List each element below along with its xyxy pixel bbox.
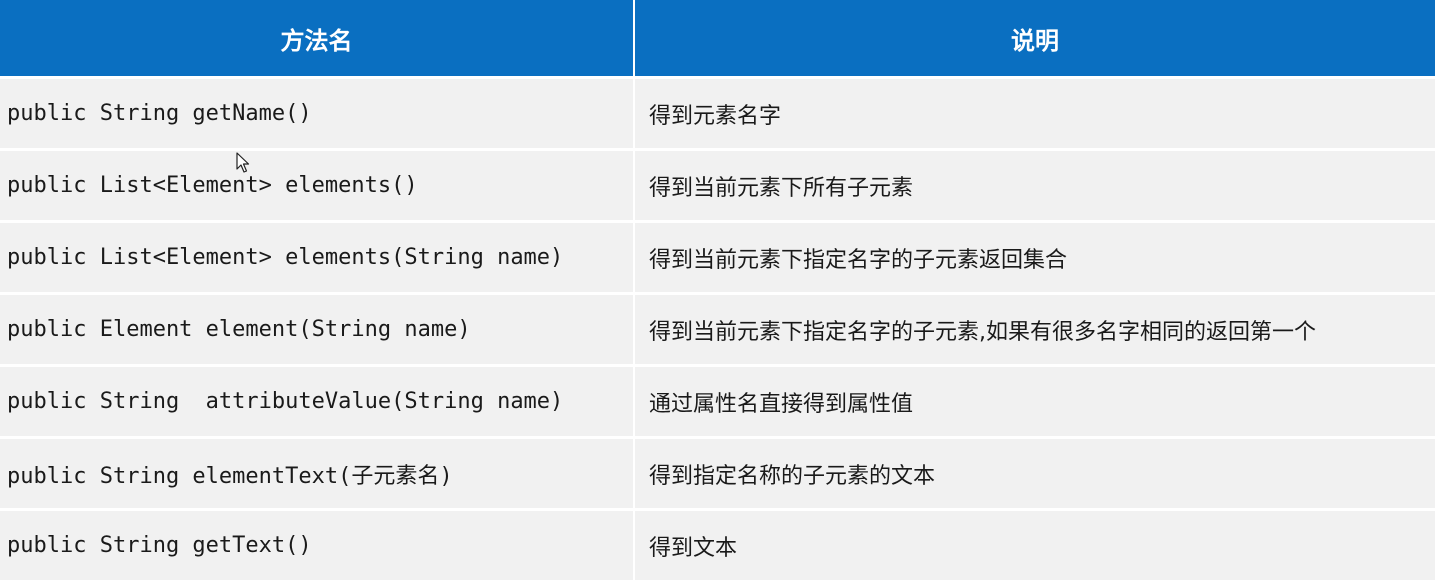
table-row: public String getText() 得到文本 [0, 511, 1435, 580]
method-signature: public String attributeValue(String name… [0, 367, 635, 439]
method-description: 得到当前元素下指定名字的子元素返回集合 [635, 223, 1435, 295]
method-description: 通过属性名直接得到属性值 [635, 367, 1435, 439]
method-signature: public List<Element> elements(String nam… [0, 223, 635, 295]
table-row: public String attributeValue(String name… [0, 367, 1435, 439]
method-description: 得到文本 [635, 511, 1435, 580]
header-description: 说明 [635, 0, 1435, 79]
table-header-row: 方法名 说明 [0, 0, 1435, 79]
method-description: 得到元素名字 [635, 79, 1435, 151]
table-row: public String getName() 得到元素名字 [0, 79, 1435, 151]
method-signature: public String elementText(子元素名) [0, 439, 635, 511]
table-row: public List<Element> elements(String nam… [0, 223, 1435, 295]
method-signature: public String getText() [0, 511, 635, 580]
method-description: 得到当前元素下所有子元素 [635, 151, 1435, 223]
table-row: public List<Element> elements() 得到当前元素下所… [0, 151, 1435, 223]
method-signature: public Element element(String name) [0, 295, 635, 367]
method-description: 得到指定名称的子元素的文本 [635, 439, 1435, 511]
table-row: public String elementText(子元素名) 得到指定名称的子… [0, 439, 1435, 511]
method-description: 得到当前元素下指定名字的子元素,如果有很多名字相同的返回第一个 [635, 295, 1435, 367]
method-signature: public String getName() [0, 79, 635, 151]
method-signature: public List<Element> elements() [0, 151, 635, 223]
header-method-name: 方法名 [0, 0, 635, 79]
table-row: public Element element(String name) 得到当前… [0, 295, 1435, 367]
api-methods-table: 方法名 说明 public String getName() 得到元素名字 pu… [0, 0, 1435, 580]
